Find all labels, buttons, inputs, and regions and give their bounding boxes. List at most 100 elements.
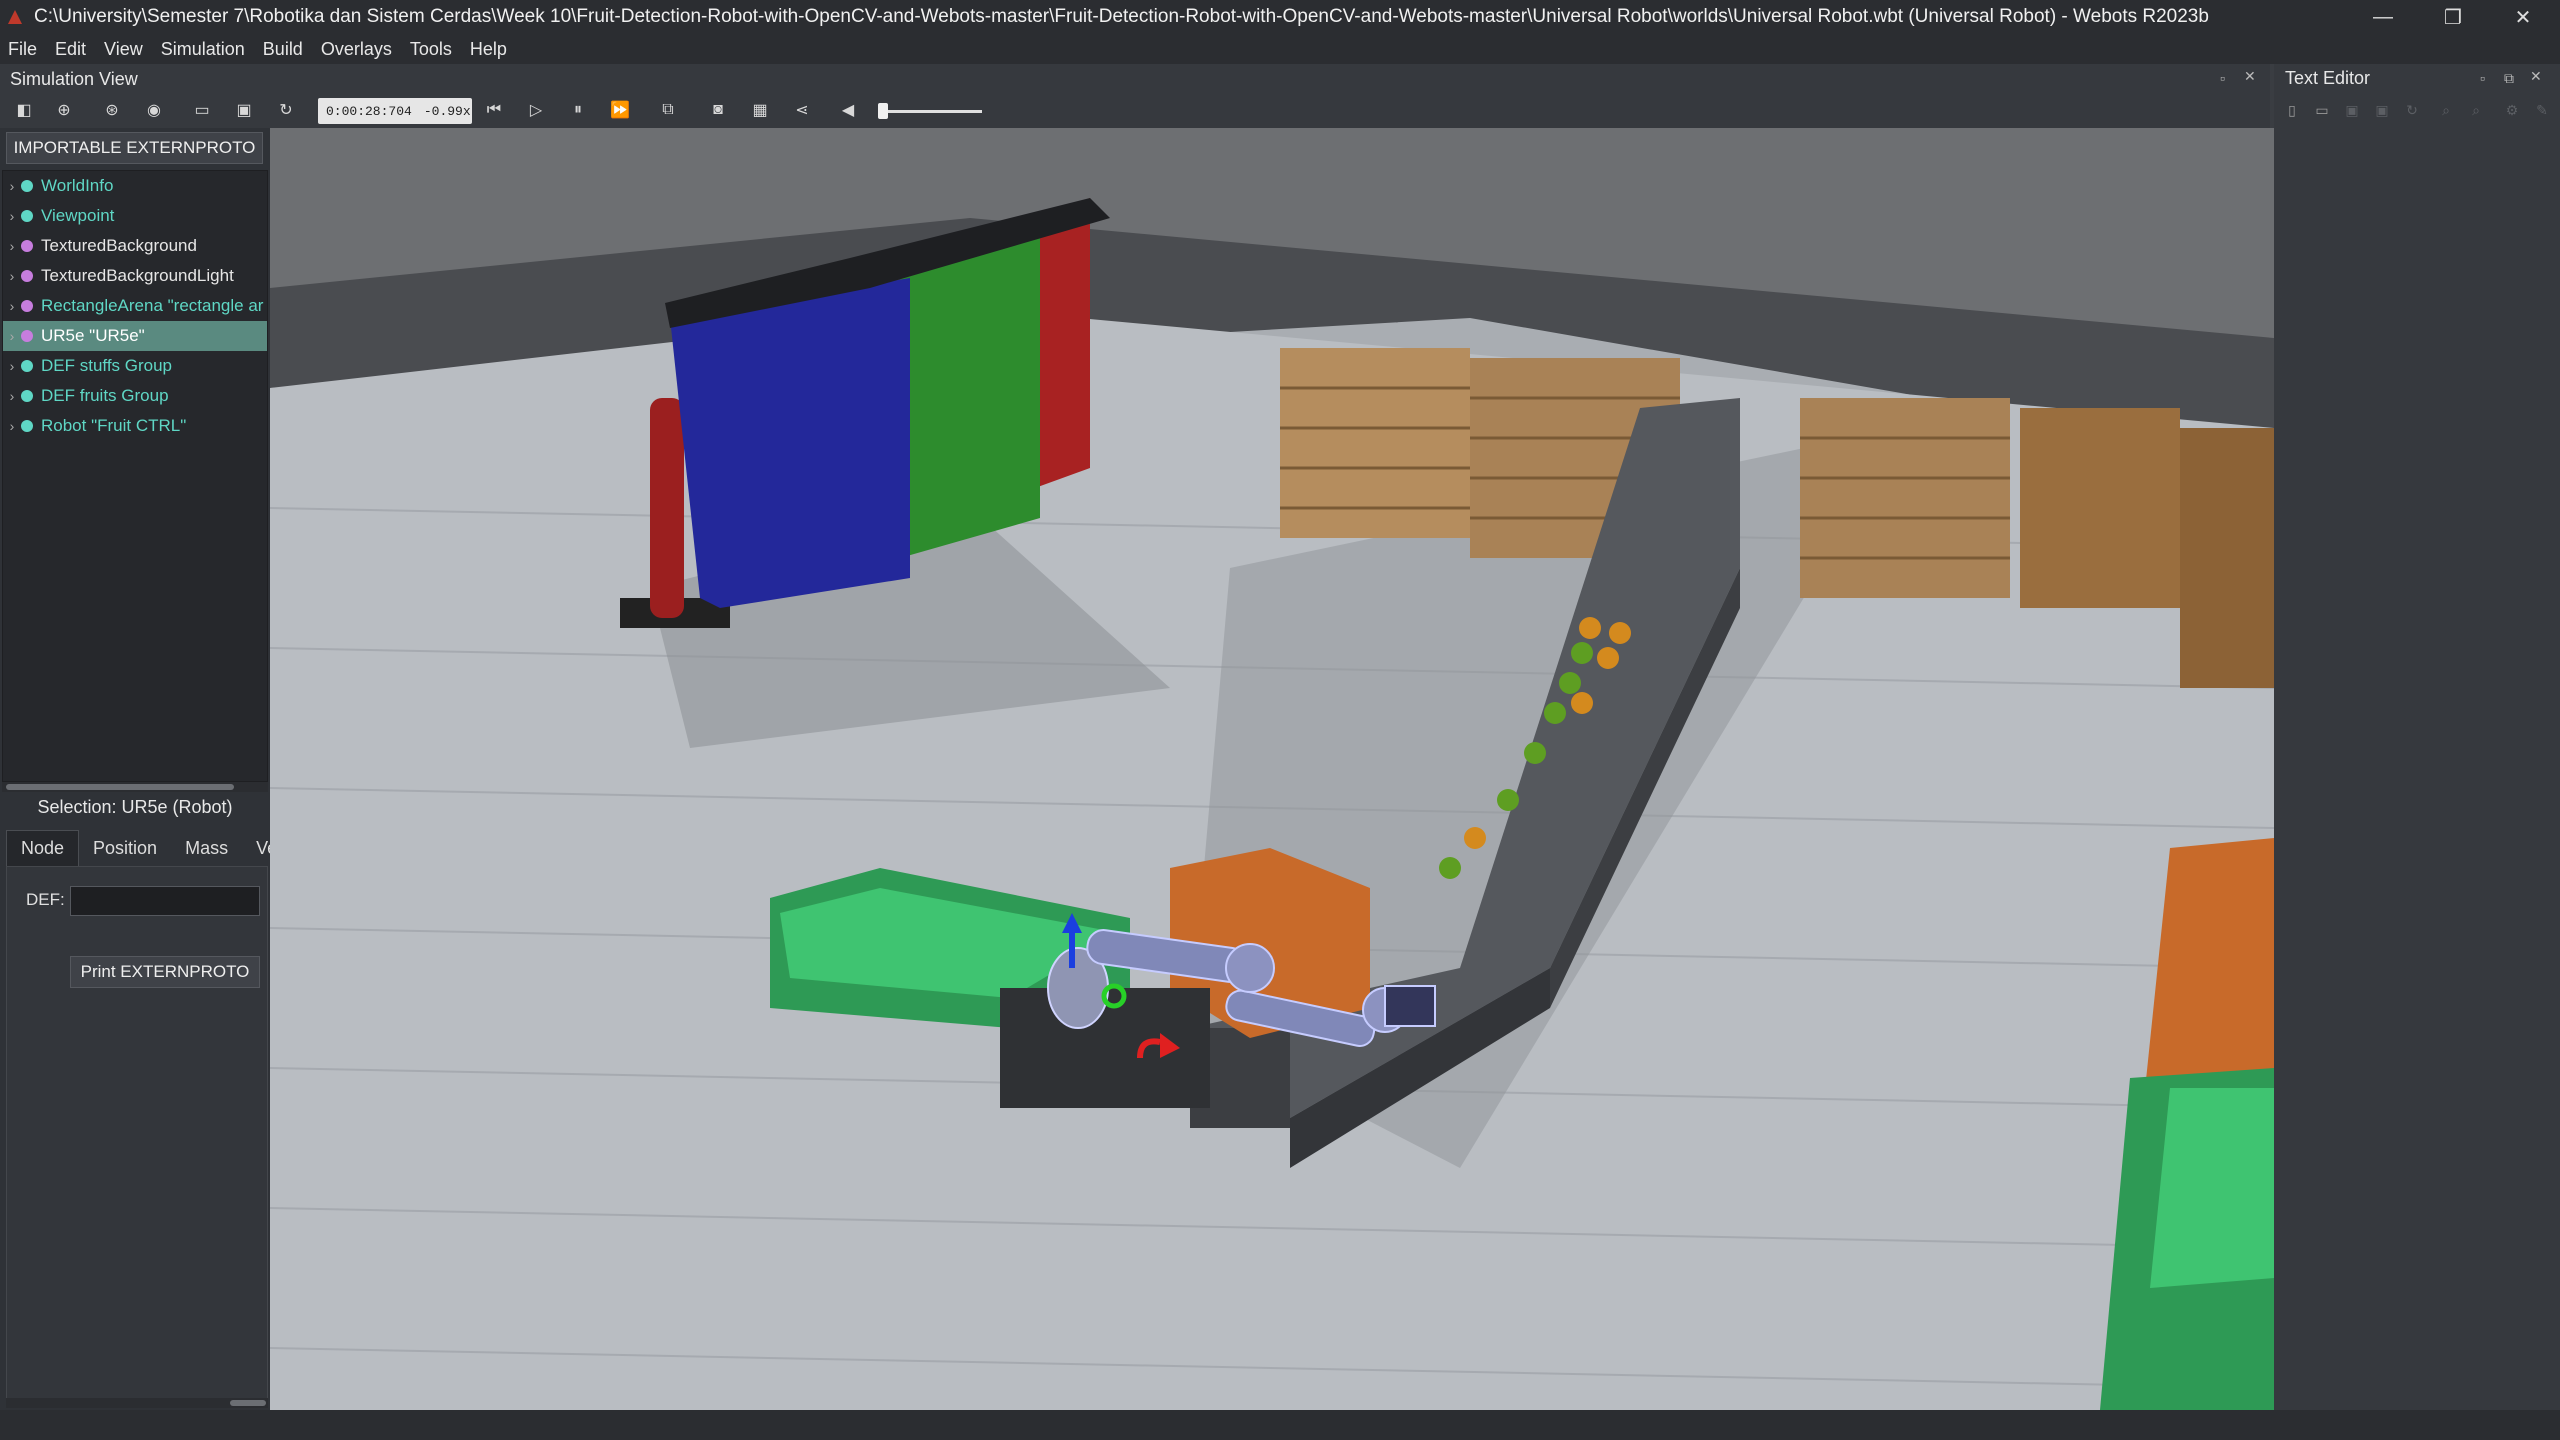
panel-scrollbar[interactable]	[6, 1398, 268, 1408]
simulation-time-display: 0:00:28:704 - 0.99x	[318, 98, 472, 124]
node-type-icon	[21, 420, 33, 432]
scene-tree-node-label: RectangleArena "rectangle ar	[41, 296, 264, 315]
scrollbar-thumb[interactable]	[6, 784, 234, 790]
close-panel-icon[interactable]: ✕	[2244, 68, 2256, 85]
expand-chevron-icon[interactable]: ›	[3, 178, 21, 194]
menu-edit[interactable]: Edit	[55, 39, 86, 60]
simulation-view-title: Simulation View	[10, 68, 138, 89]
scene-tree-scrollbar[interactable]	[2, 782, 268, 792]
selection-label: Selection: UR5e (Robot)	[37, 796, 233, 817]
def-input[interactable]	[70, 886, 260, 916]
undock-icon[interactable]: ▫	[2220, 70, 2225, 86]
scene-tree-node-label: Viewpoint	[41, 206, 115, 225]
menu-view[interactable]: View	[104, 39, 143, 60]
node-type-icon	[21, 360, 33, 372]
scene-tree-node[interactable]: › RectangleArena "rectangle ar	[3, 291, 267, 321]
reload-world-icon[interactable]: ↻	[276, 100, 296, 120]
scene-tree-node[interactable]: › DEF stuffs Group	[3, 351, 267, 381]
new-file-icon[interactable]: ▯	[2282, 100, 2302, 120]
cardboard-boxes	[2180, 428, 2274, 688]
simulation-view-header: Simulation View	[0, 64, 2270, 94]
scene-tree-node[interactable]: › Robot "Fruit CTRL"	[3, 411, 267, 441]
sound-icon[interactable]: ◀	[838, 100, 858, 120]
view-icon[interactable]: ◉	[144, 100, 164, 120]
menu-tools[interactable]: Tools	[410, 39, 452, 60]
tab-mass[interactable]: Mass	[171, 830, 242, 866]
open-file-icon[interactable]: ▭	[2312, 100, 2332, 120]
close-button[interactable]: ✕	[2488, 0, 2558, 34]
expand-chevron-icon[interactable]: ›	[3, 268, 21, 284]
window-title: C:\University\Semester 7\Robotika dan Si…	[34, 6, 2209, 27]
title-bar: C:\University\Semester 7\Robotika dan Si…	[0, 0, 2560, 34]
menu-file[interactable]: File	[8, 39, 37, 60]
expand-chevron-icon[interactable]: ›	[3, 388, 21, 404]
green-bin	[900, 228, 1040, 558]
replace-icon: ⌕	[2472, 101, 2480, 118]
text-editor-title: Text Editor	[2285, 68, 2371, 88]
share-icon[interactable]: ⋖	[792, 100, 812, 120]
expand-chevron-icon[interactable]: ›	[3, 418, 21, 434]
add-node-icon[interactable]: ⊕	[54, 100, 74, 120]
scene-tree-node-label: UR5e "UR5e"	[41, 326, 145, 345]
restore-button[interactable]: ❐	[2418, 0, 2488, 34]
tab-position[interactable]: Position	[79, 830, 171, 866]
menu-help[interactable]: Help	[470, 39, 507, 60]
reset-view-icon[interactable]: ⊛	[102, 100, 122, 120]
record-movie-icon[interactable]: ▦	[750, 100, 770, 120]
webots-logo-icon	[8, 10, 22, 24]
find-icon: ⌕	[2442, 101, 2450, 118]
build-icon: ⚙	[2505, 101, 2519, 118]
volume-slider[interactable]	[880, 110, 982, 113]
menu-overlays[interactable]: Overlays	[321, 39, 392, 60]
node-type-icon	[21, 210, 33, 222]
save-as-icon: ▣	[2375, 101, 2389, 118]
pallet-stack	[1800, 398, 2010, 598]
scene-tree-node[interactable]: › Viewpoint	[3, 201, 267, 231]
expand-chevron-icon[interactable]: ›	[3, 328, 21, 344]
toggle-scene-tree-icon[interactable]: ◧	[14, 100, 34, 120]
blue-bin	[670, 278, 910, 608]
reset-simulation-icon[interactable]: ⏮	[484, 100, 504, 120]
fast-forward-icon[interactable]: ⏩	[610, 100, 630, 120]
save-file-icon: ▣	[2345, 101, 2359, 118]
print-externproto-button[interactable]: Print EXTERNPROTO	[70, 956, 260, 988]
cardboard-boxes	[2020, 408, 2180, 608]
undock-icon[interactable]: ▫	[2480, 70, 2485, 86]
importable-externproto-button[interactable]: IMPORTABLE EXTERNPROTO	[6, 132, 263, 164]
close-panel-icon[interactable]: ✕	[2530, 68, 2542, 85]
node-type-icon	[21, 300, 33, 312]
maximize-panel-icon[interactable]: ⧉	[2504, 70, 2514, 87]
scene-tree-node[interactable]: › TexturedBackground	[3, 231, 267, 261]
expand-chevron-icon[interactable]: ›	[3, 238, 21, 254]
expand-chevron-icon[interactable]: ›	[3, 358, 21, 374]
screenshot-icon[interactable]: ◙	[708, 100, 728, 120]
3d-scene	[270, 128, 2274, 1410]
volume-slider-handle[interactable]	[878, 103, 888, 119]
step-icon[interactable]: ▷	[526, 100, 546, 120]
clean-icon: ✎	[2536, 101, 2548, 118]
expand-chevron-icon[interactable]: ›	[3, 208, 21, 224]
scene-tree-node[interactable]: › TexturedBackgroundLight	[3, 261, 267, 291]
expand-chevron-icon[interactable]: ›	[3, 298, 21, 314]
fire-extinguisher	[650, 398, 684, 618]
node-type-icon	[21, 240, 33, 252]
minimize-button[interactable]: —	[2348, 0, 2418, 34]
3d-viewport[interactable]	[270, 128, 2274, 1410]
scene-tree-node[interactable]: › WorldInfo	[3, 171, 267, 201]
node-tab-panel	[6, 866, 268, 1402]
rendering-icon[interactable]: ⧉	[658, 100, 678, 120]
menu-build[interactable]: Build	[263, 39, 303, 60]
pause-icon[interactable]: ⏸	[568, 100, 588, 120]
menu-simulation[interactable]: Simulation	[161, 39, 245, 60]
scrollbar-thumb[interactable]	[230, 1400, 266, 1406]
tab-node[interactable]: Node	[6, 830, 80, 866]
scene-tree-node[interactable]: › UR5e "UR5e"	[3, 321, 267, 351]
scene-tree-node[interactable]: › DEF fruits Group	[3, 381, 267, 411]
scene-tree-node-label: DEF fruits Group	[41, 386, 169, 405]
text-editor-panel	[2274, 64, 2560, 1410]
open-world-icon[interactable]: ▭	[192, 100, 212, 120]
scene-tree-node-label: DEF stuffs Group	[41, 356, 173, 375]
def-label: DEF:	[26, 890, 65, 909]
scene-tree-node-label: Robot "Fruit CTRL"	[41, 416, 187, 435]
save-world-icon[interactable]: ▣	[234, 100, 254, 120]
